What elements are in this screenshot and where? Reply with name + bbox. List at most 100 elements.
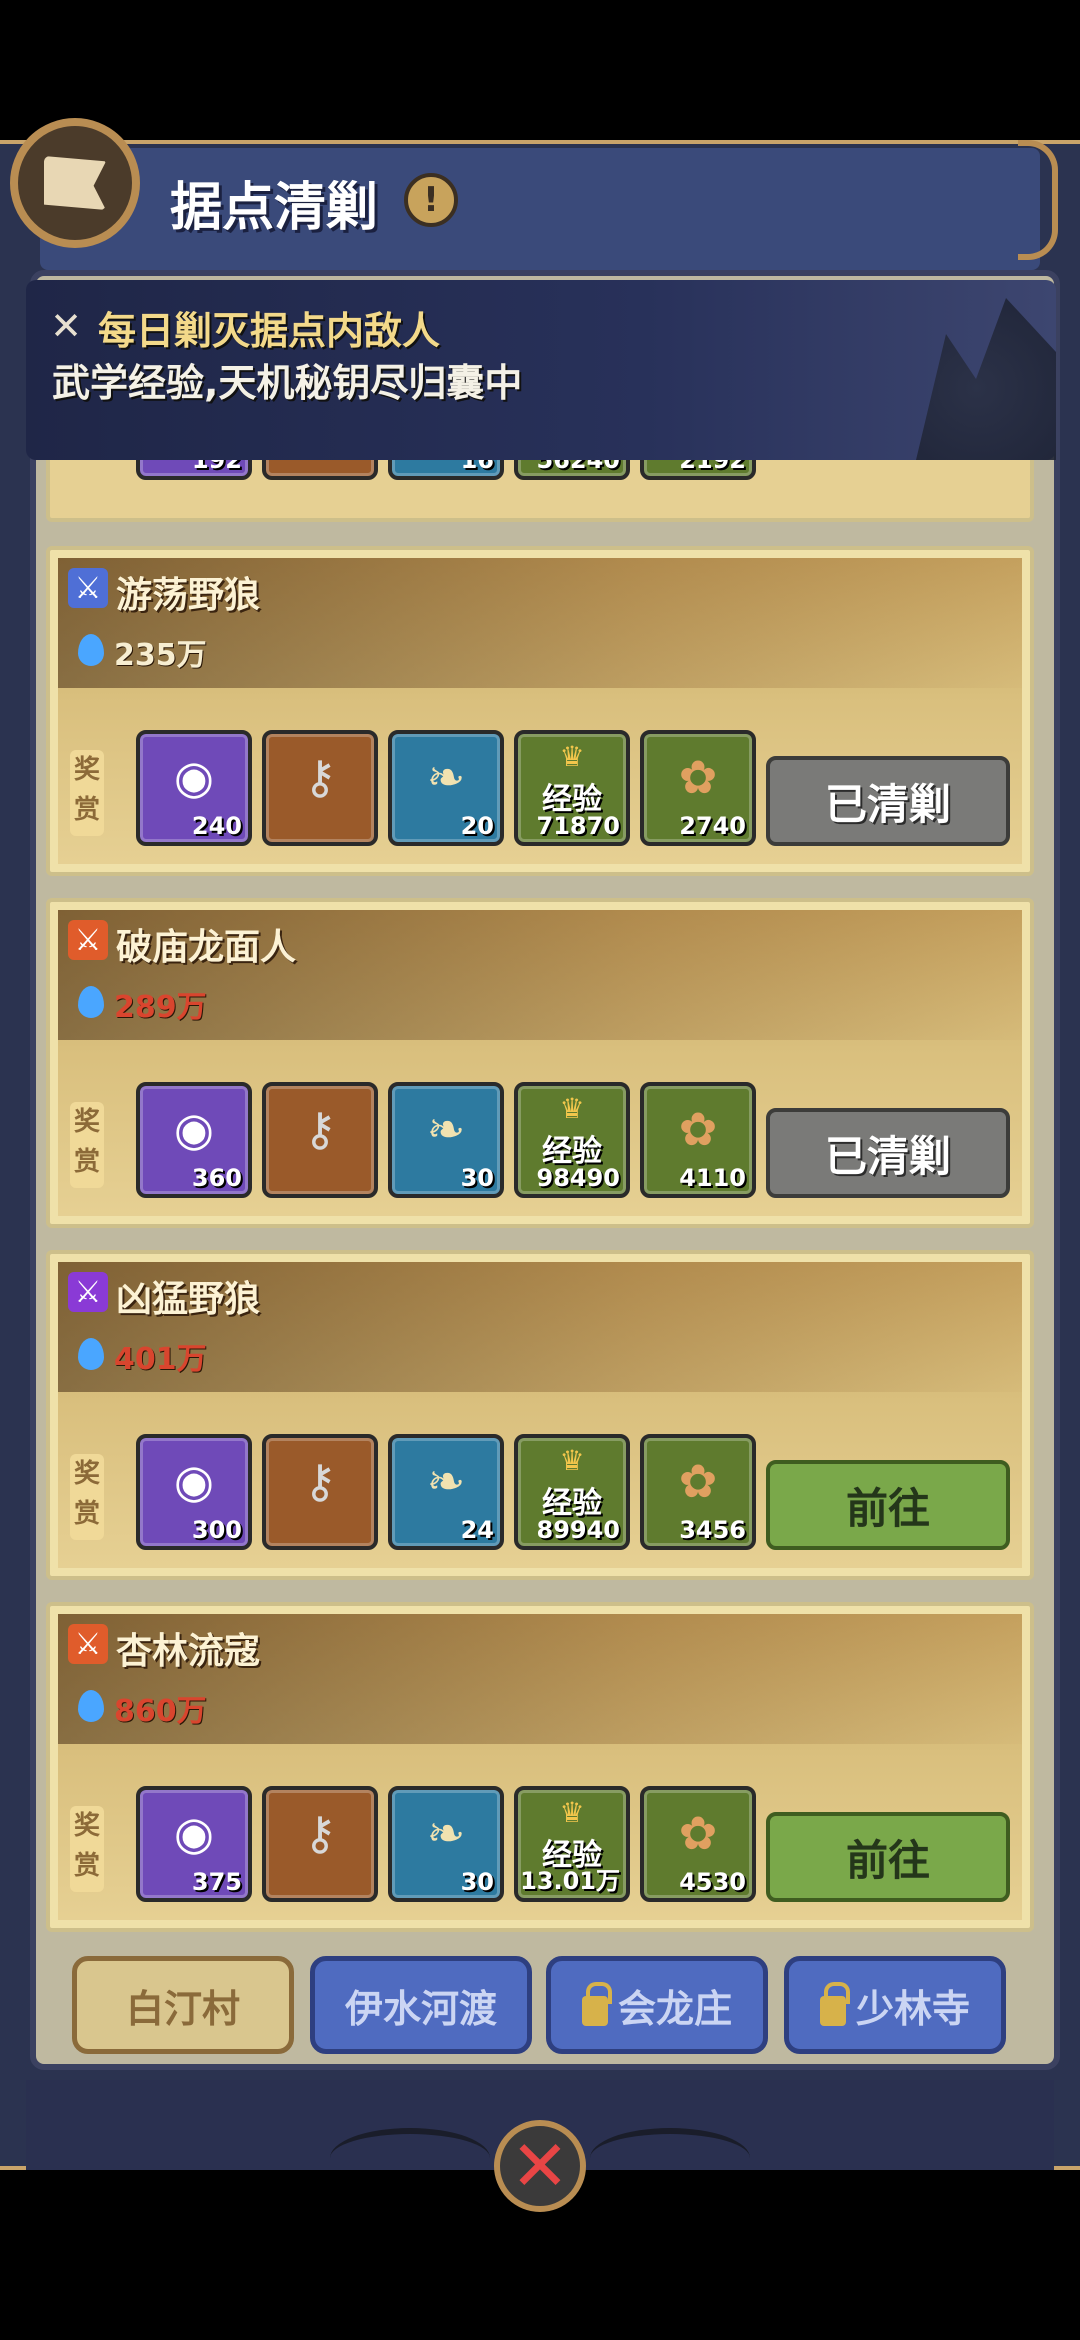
- reward-item-horn[interactable]: ❧ 30: [388, 1082, 504, 1198]
- reward-label: 奖赏: [70, 1454, 104, 1540]
- reward-item-book[interactable]: ◉ 375: [136, 1786, 252, 1902]
- item-count: 240: [191, 812, 242, 840]
- reward-label: 奖赏: [70, 1102, 104, 1188]
- skill-book-icon: ◉: [173, 1806, 215, 1860]
- banner-headline: 每日剿灭据点内敌人: [98, 309, 441, 353]
- cleared-button[interactable]: 已清剿: [766, 1108, 1010, 1198]
- enemy-name: 游荡野狼: [116, 575, 261, 616]
- tab-label: 白汀村: [125, 1986, 240, 2031]
- reward-label: 奖赏: [70, 750, 104, 836]
- go-button[interactable]: 前往: [766, 1812, 1010, 1902]
- reward-item-key[interactable]: ⚷: [262, 1786, 378, 1902]
- sword-icon: ⚔: [68, 1272, 108, 1312]
- reward-item-coin[interactable]: ✿ 4110: [640, 1082, 756, 1198]
- left-wing-ornament: [330, 2128, 490, 2188]
- crown-icon: ♛: [559, 1444, 585, 1477]
- reward-item-book[interactable]: ◉ 240: [136, 730, 252, 846]
- sword-icon: ⚔: [68, 568, 108, 608]
- reward-item-horn[interactable]: ❧ 30: [388, 1786, 504, 1902]
- sword-icon: ⚔: [68, 1624, 108, 1664]
- enemy-power: 401万: [114, 1342, 207, 1377]
- flag-emblem-icon: [10, 118, 140, 248]
- skill-book-icon: ◉: [173, 750, 215, 804]
- reward-item-key[interactable]: ⚷: [262, 1434, 378, 1550]
- item-count: 24: [460, 1516, 494, 1544]
- crossed-swords-icon: ✕: [50, 304, 82, 348]
- mystery-key-icon: ⚷: [303, 750, 337, 804]
- enemy-name: 破庙龙面人: [116, 927, 297, 968]
- lock-icon: [581, 1982, 612, 2026]
- coin-string-icon: ✿: [678, 1454, 718, 1508]
- item-count: 3456: [679, 1516, 746, 1544]
- reward-item-key[interactable]: ⚷: [262, 1082, 378, 1198]
- item-count: 30: [460, 1164, 494, 1192]
- item-count: 98490: [536, 1164, 621, 1192]
- cleared-button[interactable]: 已清剿: [766, 756, 1010, 846]
- reward-item-coin[interactable]: ✿ 3456: [640, 1434, 756, 1550]
- horn-icon: ❧: [426, 1102, 466, 1156]
- reward-item-book[interactable]: ◉ 360: [136, 1082, 252, 1198]
- tab-label: 会龙庄: [617, 1986, 732, 2031]
- crown-icon: ♛: [559, 1796, 585, 1829]
- right-wing-ornament: [590, 2128, 750, 2188]
- reward-item-horn[interactable]: ❧ 24: [388, 1434, 504, 1550]
- banner-subline: 武学经验,天机秘钥尽归囊中: [52, 361, 523, 405]
- stronghold-card: ⚔ 破庙龙面人 289万 奖赏 ◉ 360 ⚷ ❧ 30 ♛ 经验 98490 ✿ 4110 已清剿: [46, 898, 1034, 1228]
- reward-item-key[interactable]: ⚷: [262, 730, 378, 846]
- flame-icon: [78, 986, 104, 1018]
- item-count: 4110: [679, 1164, 746, 1192]
- mystery-key-icon: ⚷: [303, 1454, 337, 1508]
- tab-region-0[interactable]: 白汀村: [72, 1956, 294, 2054]
- flame-icon: [78, 1338, 104, 1370]
- mystery-key-icon: ⚷: [303, 1806, 337, 1860]
- page-title: 据点清剿: [170, 178, 379, 238]
- close-x-icon: ✕: [510, 2125, 570, 2207]
- item-count: 360: [191, 1164, 242, 1192]
- tab-region-2[interactable]: 会龙庄: [546, 1956, 768, 2054]
- skill-book-icon: ◉: [173, 1102, 215, 1156]
- crown-icon: ♛: [559, 1092, 585, 1125]
- enemy-power: 235万: [114, 638, 207, 673]
- lock-icon: [819, 1982, 850, 2026]
- reward-item-exp[interactable]: ♛ 经验 13.01万: [514, 1786, 630, 1902]
- enemy-name: 杏林流寇: [116, 1631, 261, 1672]
- tab-region-1[interactable]: 伊水河渡: [310, 1956, 532, 2054]
- sword-icon: ⚔: [68, 920, 108, 960]
- close-button[interactable]: ✕: [494, 2120, 586, 2212]
- reward-item-horn[interactable]: ❧ 20: [388, 730, 504, 846]
- info-button[interactable]: !: [404, 173, 458, 227]
- crown-icon: ♛: [559, 740, 585, 773]
- horn-icon: ❧: [426, 750, 466, 804]
- reward-item-exp[interactable]: ♛ 经验 98490: [514, 1082, 630, 1198]
- item-count: 71870: [536, 812, 621, 840]
- item-count: 2740: [679, 812, 746, 840]
- frame-hook-ornament: [1018, 140, 1058, 260]
- reward-item-coin[interactable]: ✿ 4530: [640, 1786, 756, 1902]
- item-count: 20: [460, 812, 494, 840]
- flame-icon: [78, 1690, 104, 1722]
- stronghold-card: ⚔ 凶猛野狼 401万 奖赏 ◉ 300 ⚷ ❧ 24 ♛ 经验 89940 ✿ 3456 前往: [46, 1250, 1034, 1580]
- tab-label: 少林寺: [855, 1986, 970, 2031]
- horn-icon: ❧: [426, 1806, 466, 1860]
- enemy-power: 860万: [114, 1694, 207, 1729]
- flame-icon: [78, 634, 104, 666]
- skill-book-icon: ◉: [173, 1454, 215, 1508]
- enemy-power: 289万: [114, 990, 207, 1025]
- reward-item-coin[interactable]: ✿ 2740: [640, 730, 756, 846]
- coin-string-icon: ✿: [678, 1806, 718, 1860]
- tab-region-3[interactable]: 少林寺: [784, 1956, 1006, 2054]
- reward-item-exp[interactable]: ♛ 经验 71870: [514, 730, 630, 846]
- reward-item-exp[interactable]: ♛ 经验 89940: [514, 1434, 630, 1550]
- tab-label: 伊水河渡: [344, 1986, 497, 2031]
- reward-label: 奖赏: [70, 1806, 104, 1892]
- coin-string-icon: ✿: [678, 750, 718, 804]
- enemy-name: 凶猛野狼: [116, 1279, 261, 1320]
- item-count: 4530: [679, 1868, 746, 1896]
- go-button[interactable]: 前往: [766, 1460, 1010, 1550]
- item-count: 89940: [536, 1516, 621, 1544]
- mystery-key-icon: ⚷: [303, 1102, 337, 1156]
- reward-item-book[interactable]: ◉ 300: [136, 1434, 252, 1550]
- item-count: 375: [191, 1868, 242, 1896]
- stronghold-card: ⚔ 杏林流寇 860万 奖赏 ◉ 375 ⚷ ❧ 30 ♛ 经验 13.01万 ✿ 4530 前往: [46, 1602, 1034, 1932]
- mountain-illustration: [916, 298, 1056, 460]
